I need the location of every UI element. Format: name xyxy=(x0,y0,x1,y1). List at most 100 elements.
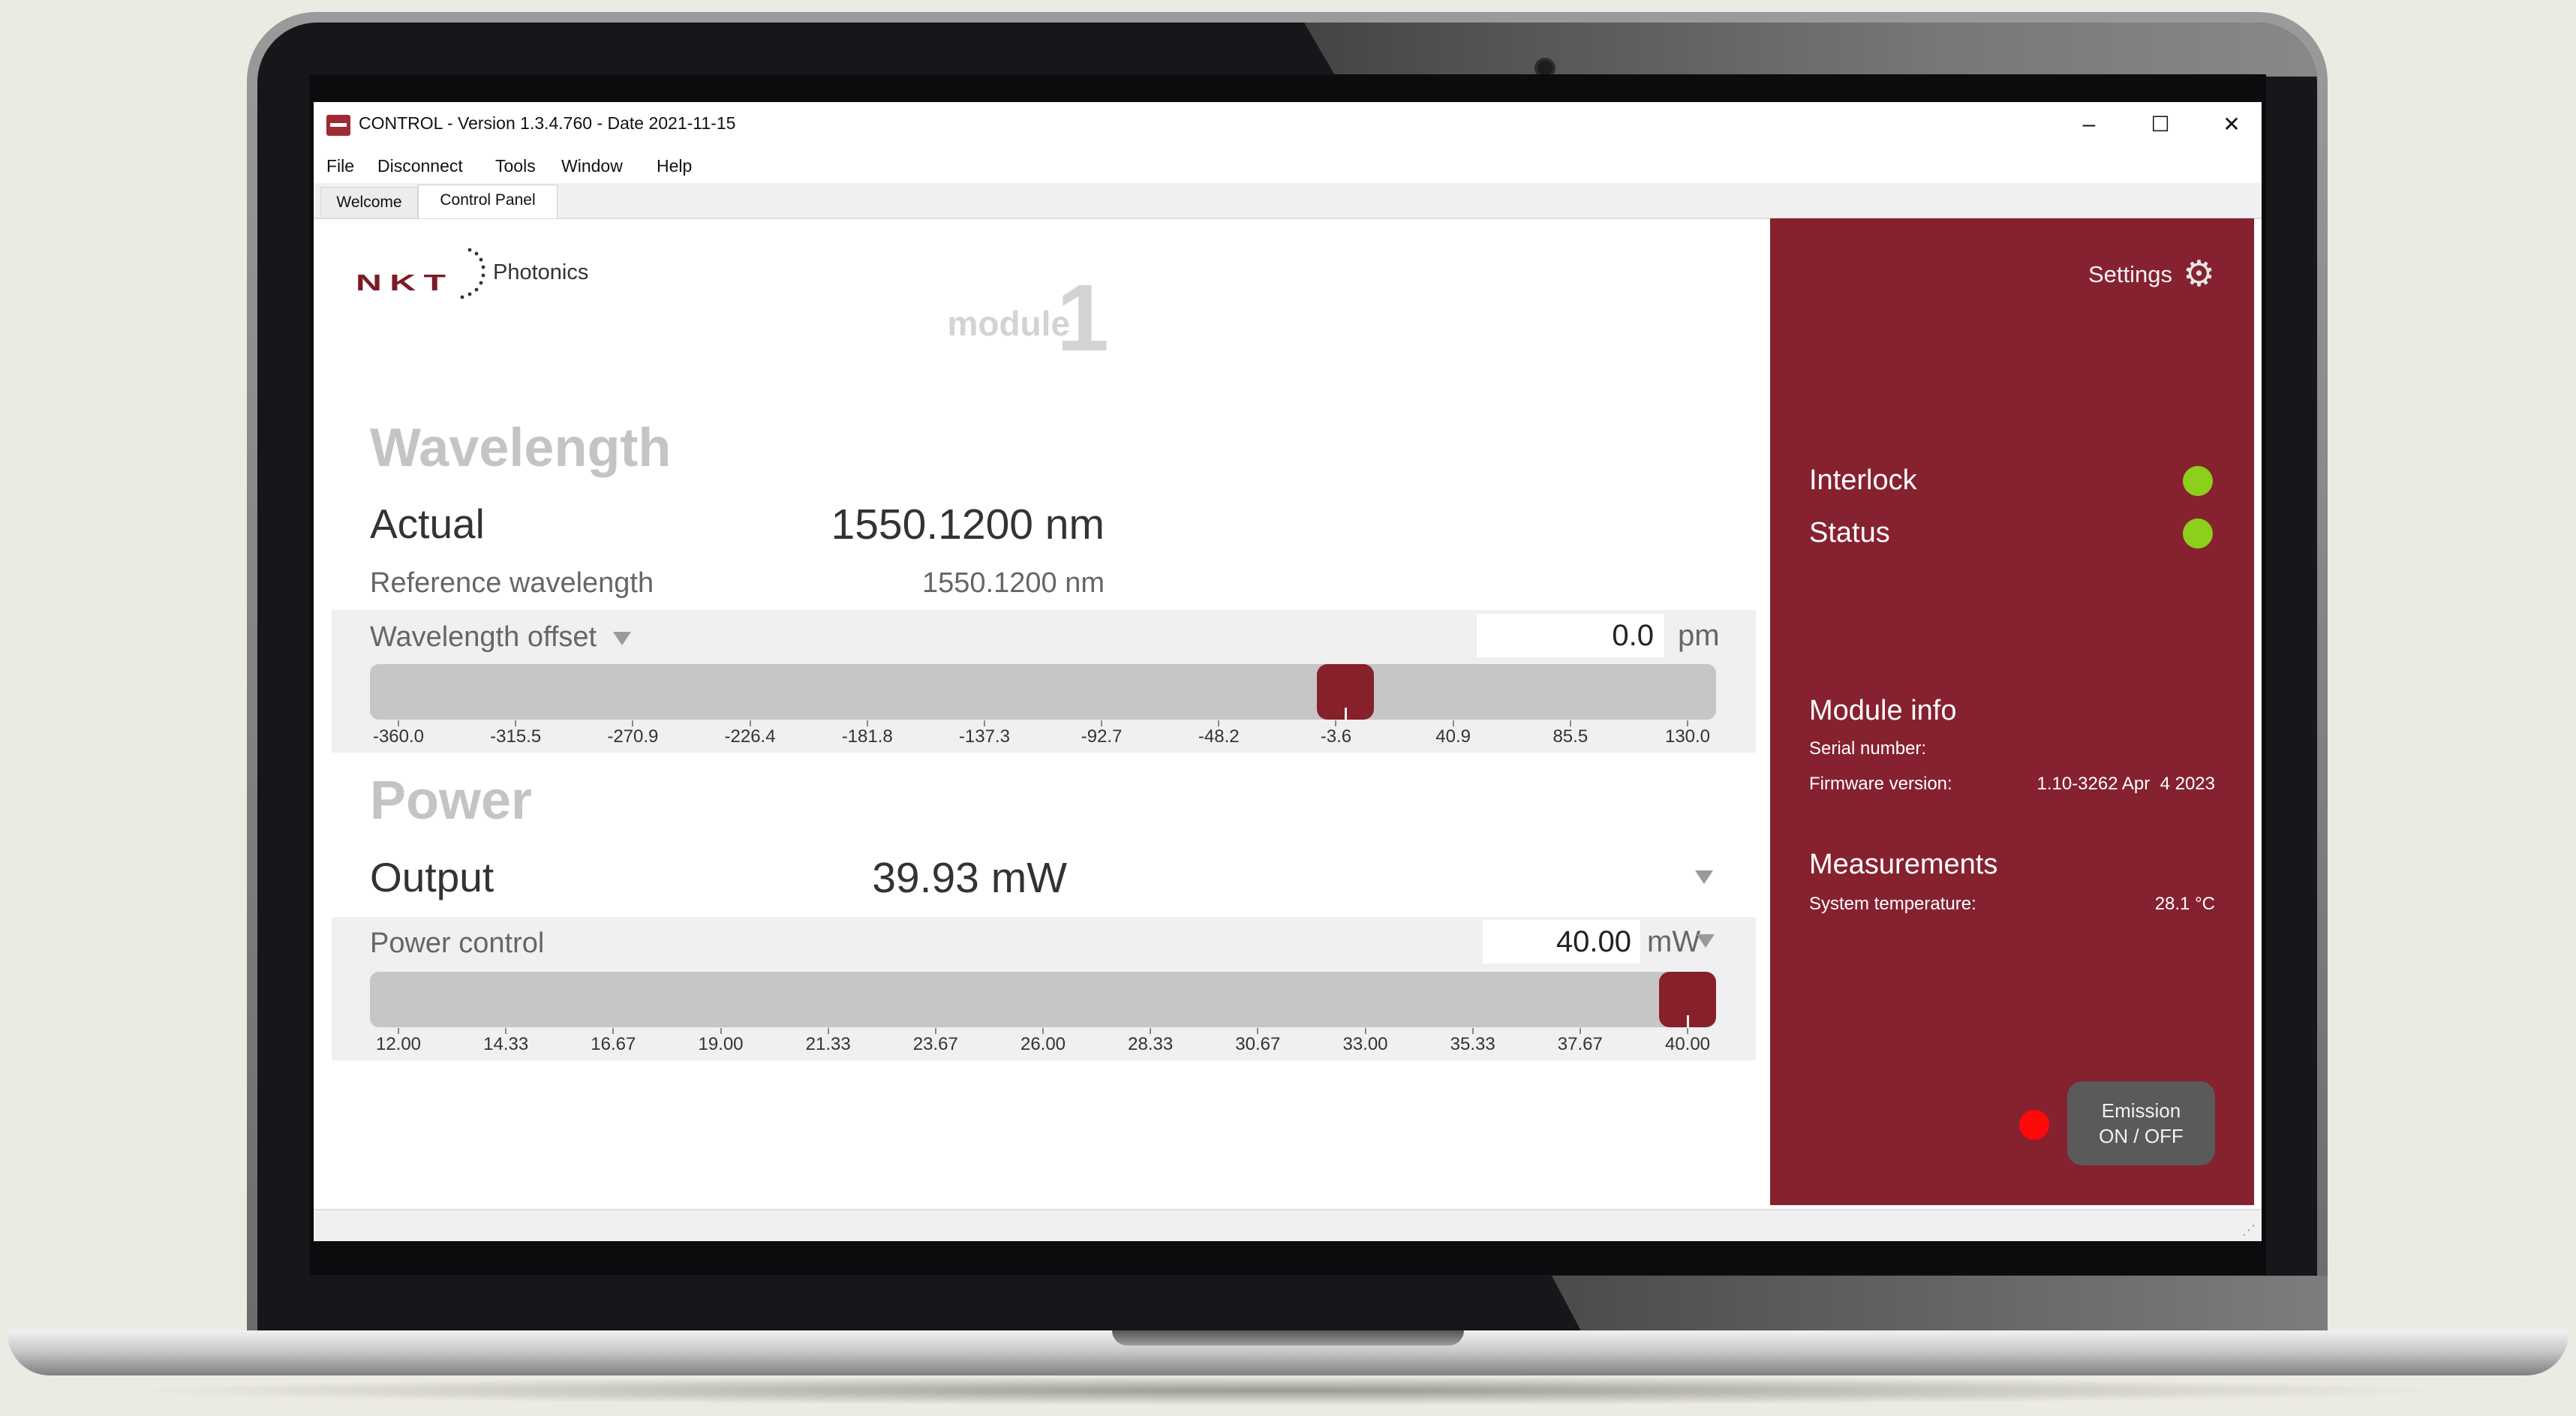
tick-mark xyxy=(1687,1028,1688,1034)
menu-window[interactable]: Window xyxy=(561,156,623,176)
tick-mark xyxy=(1218,720,1220,726)
tick-label: 130.0 xyxy=(1664,726,1711,747)
window-title: CONTROL - Version 1.3.4.760 - Date 2021-… xyxy=(359,113,736,133)
actual-value: 1550.1200 nm xyxy=(831,501,1105,549)
module-label: module xyxy=(947,304,1070,343)
interlock-indicator xyxy=(2183,466,2213,496)
tick-label: -137.3 xyxy=(958,726,1010,747)
status-label: Status xyxy=(1809,517,1890,549)
wavelength-title: Wavelength xyxy=(370,418,672,478)
close-button[interactable]: ✕ xyxy=(2196,102,2262,149)
tick-mark xyxy=(1687,720,1688,726)
tick-mark xyxy=(827,1028,829,1034)
tick-mark xyxy=(632,720,634,726)
tick-mark xyxy=(934,1028,936,1034)
power-control-slider-thumb[interactable] xyxy=(1659,972,1716,1027)
output-dropdown-icon[interactable] xyxy=(1695,870,1713,884)
power-control-ticks: 12.00 14.33 16.67 19.00 21.33 23.67 26.00 28.33… xyxy=(332,1028,1772,1064)
power-unit-dropdown-icon[interactable] xyxy=(1697,934,1715,948)
tick-label: -181.8 xyxy=(841,726,893,747)
firmware-version-value: 1.10-3262 Apr 4 2023 xyxy=(2036,774,2215,794)
power-control-label: Power control xyxy=(370,927,545,959)
power-control-slider[interactable] xyxy=(370,972,1716,1027)
tick-label: -360.0 xyxy=(372,726,425,747)
offset-dropdown-icon[interactable] xyxy=(613,632,631,645)
tick-label: 30.67 xyxy=(1235,1034,1281,1054)
app-window: CONTROL - Version 1.3.4.760 - Date 2021-… xyxy=(314,102,2262,1241)
menu-tools[interactable]: Tools xyxy=(495,156,536,176)
app-icon xyxy=(326,115,350,136)
output-value: 39.93 mW xyxy=(872,854,1067,902)
power-control-value: 40.00 xyxy=(1556,925,1631,958)
title-bar[interactable]: CONTROL - Version 1.3.4.760 - Date 2021-… xyxy=(314,102,2262,149)
tick-label: 16.67 xyxy=(591,1034,636,1054)
menu-disconnect[interactable]: Disconnect xyxy=(377,156,463,176)
wavelength-offset-slider[interactable] xyxy=(370,664,1716,720)
tick-label: 33.00 xyxy=(1342,1034,1388,1054)
wavelength-offset-ticks: -360.0 -315.5 -270.9 -226.4 -181.8 -137.3 -92.… xyxy=(332,720,1772,756)
tick-label: 35.33 xyxy=(1450,1034,1495,1054)
tick-mark xyxy=(1101,720,1103,726)
menu-bar: File Disconnect Tools Window Help xyxy=(314,149,2262,183)
tick-mark xyxy=(1471,1028,1474,1034)
tab-welcome[interactable]: Welcome xyxy=(320,187,418,217)
system-temperature-label: System temperature: xyxy=(1809,894,1976,914)
module-info-title: Module info xyxy=(1809,695,1957,726)
tick-label: 19.00 xyxy=(698,1034,744,1054)
wavelength-offset-slider-thumb[interactable] xyxy=(1317,664,1375,720)
tab-control-panel[interactable]: Control Panel xyxy=(418,185,558,218)
tick-mark xyxy=(1150,1028,1152,1034)
output-label: Output xyxy=(370,854,494,900)
tick-label: 40.00 xyxy=(1664,1034,1711,1054)
power-control-unit: mW xyxy=(1647,925,1701,958)
webcam xyxy=(1537,61,1553,76)
status-bar: ⋰ xyxy=(314,1209,2262,1241)
tick-label: 21.33 xyxy=(805,1034,851,1054)
emission-toggle-button[interactable]: Emission ON / OFF xyxy=(2067,1081,2215,1165)
tick-mark xyxy=(1569,720,1571,726)
tick-label: 12.00 xyxy=(375,1034,422,1054)
settings-button[interactable]: Settings ⚙ xyxy=(2088,254,2215,294)
module-status-panel: Settings ⚙ Interlock Status Module info … xyxy=(1770,218,2254,1205)
wavelength-offset-label: Wavelength offset xyxy=(370,621,597,653)
measurements-title: Measurements xyxy=(1809,849,1998,880)
minimize-button[interactable]: – xyxy=(2053,102,2125,149)
tick-label: 23.67 xyxy=(912,1034,958,1054)
tick-label: -92.7 xyxy=(1081,726,1123,747)
power-control-panel: Power control 40.00 mW 12.00 14.33 16.67 19… xyxy=(332,917,1756,1060)
tick-mark xyxy=(398,720,399,726)
tick-mark xyxy=(505,1028,507,1034)
power-control-input[interactable]: 40.00 xyxy=(1483,920,1640,964)
tick-label: 37.67 xyxy=(1557,1034,1603,1054)
interlock-label: Interlock xyxy=(1809,464,1917,496)
tick-label: 14.33 xyxy=(483,1034,529,1054)
power-title: Power xyxy=(370,771,533,831)
tick-mark xyxy=(612,1028,615,1034)
maximize-button[interactable]: ☐ xyxy=(2124,102,2196,149)
tick-label: -270.9 xyxy=(607,726,659,747)
tick-mark xyxy=(1335,720,1337,726)
tick-label: 28.33 xyxy=(1128,1034,1174,1054)
resize-grip-icon[interactable]: ⋰ xyxy=(2242,1222,2256,1238)
wavelength-offset-panel: Wavelength offset 0.0 pm -360.0 -315.5 -27… xyxy=(332,610,1756,753)
wavelength-offset-input[interactable]: 0.0 xyxy=(1477,614,1664,657)
tick-label: 85.5 xyxy=(1553,726,1589,747)
tick-mark xyxy=(983,720,985,726)
tick-mark xyxy=(398,1028,399,1034)
tick-mark xyxy=(1364,1028,1366,1034)
tick-label: 26.00 xyxy=(1020,1034,1066,1054)
svg-text:NKT: NKT xyxy=(356,270,453,296)
reference-wavelength-label: Reference wavelength xyxy=(370,567,654,599)
wavelength-offset-unit: pm xyxy=(1678,619,1720,652)
menu-file[interactable]: File xyxy=(326,156,354,176)
settings-label: Settings xyxy=(2088,261,2172,287)
wavelength-offset-value: 0.0 xyxy=(1612,619,1654,652)
tab-bar: Welcome Control Panel xyxy=(314,183,2262,219)
menu-help[interactable]: Help xyxy=(657,156,692,176)
status-indicator xyxy=(2183,519,2213,549)
tick-label: -3.6 xyxy=(1320,726,1352,747)
tick-label: -226.4 xyxy=(724,726,776,747)
gear-icon: ⚙ xyxy=(2182,254,2215,294)
tick-mark xyxy=(1257,1028,1259,1034)
module-number: 1 xyxy=(1056,265,1109,371)
